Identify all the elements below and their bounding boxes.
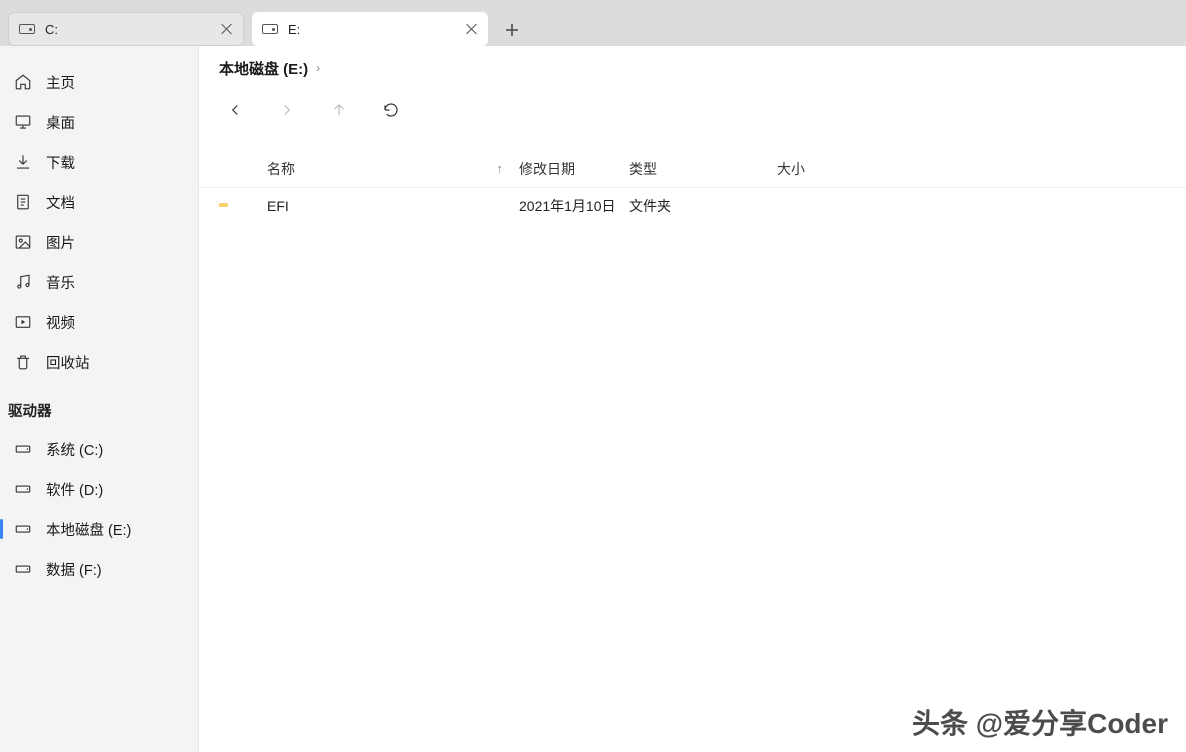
sidebar-item-label: 视频 xyxy=(46,312,75,333)
sort-asc-icon: ↑ xyxy=(497,161,504,176)
up-button[interactable] xyxy=(325,96,353,124)
file-name: EFI xyxy=(267,198,289,214)
sidebar-item-music[interactable]: 音乐 xyxy=(0,262,198,302)
sidebar-item-label: 主页 xyxy=(46,72,75,93)
sidebar-item-downloads[interactable]: 下载 xyxy=(0,142,198,182)
tab-e[interactable]: E: xyxy=(252,12,488,46)
sidebar-item-label: 桌面 xyxy=(46,112,75,133)
sidebar-heading-drives: 驱动器 xyxy=(0,382,198,429)
sidebar-item-drive-d[interactable]: 软件 (D:) xyxy=(0,469,198,509)
download-icon xyxy=(14,153,32,171)
close-icon[interactable] xyxy=(466,23,478,35)
tab-label: C: xyxy=(45,22,211,37)
trash-icon xyxy=(14,353,32,371)
column-header-name[interactable]: 名称 ↑ xyxy=(267,159,519,179)
close-icon[interactable] xyxy=(221,23,233,35)
new-tab-button[interactable] xyxy=(496,14,528,46)
file-date: 2021年1月10日 xyxy=(519,198,616,214)
sidebar-item-label: 本地磁盘 (E:) xyxy=(46,519,131,540)
drive-icon xyxy=(14,520,32,538)
sidebar: 主页 桌面 下载 文档 图片 音乐 视频 回收站 驱动器 xyxy=(0,46,199,752)
drive-icon xyxy=(262,24,278,34)
sidebar-item-label: 下载 xyxy=(46,152,75,173)
list-item[interactable]: EFI 2021年1月10日 文件夹 xyxy=(199,188,1186,224)
sidebar-item-videos[interactable]: 视频 xyxy=(0,302,198,342)
back-button[interactable] xyxy=(221,96,249,124)
plus-icon xyxy=(506,24,518,36)
sidebar-item-home[interactable]: 主页 xyxy=(0,62,198,102)
sidebar-item-documents[interactable]: 文档 xyxy=(0,182,198,222)
list-header: 名称 ↑ 修改日期 类型 大小 xyxy=(199,150,1186,188)
sidebar-item-label: 数据 (F:) xyxy=(46,559,102,580)
drive-icon xyxy=(14,480,32,498)
main-panel: 本地磁盘 (E:) › 名称 ↑ 修改日期 类型 大小 EFI 2021年1月1… xyxy=(199,46,1186,752)
refresh-button[interactable] xyxy=(377,96,405,124)
drive-icon xyxy=(14,440,32,458)
sidebar-item-desktop[interactable]: 桌面 xyxy=(0,102,198,142)
music-icon xyxy=(14,273,32,291)
sidebar-item-label: 音乐 xyxy=(46,272,75,293)
tab-label: E: xyxy=(288,22,456,37)
sidebar-item-label: 软件 (D:) xyxy=(46,479,103,500)
sidebar-item-drive-f[interactable]: 数据 (F:) xyxy=(0,549,198,589)
document-icon xyxy=(14,193,32,211)
sidebar-item-label: 图片 xyxy=(46,232,75,253)
chevron-right-icon: › xyxy=(316,61,320,75)
file-type: 文件夹 xyxy=(629,198,671,214)
home-icon xyxy=(14,73,32,91)
column-header-size[interactable]: 大小 xyxy=(777,159,877,179)
column-header-type[interactable]: 类型 xyxy=(629,159,777,179)
forward-button[interactable] xyxy=(273,96,301,124)
breadcrumb-current: 本地磁盘 (E:) xyxy=(219,58,308,79)
drive-icon xyxy=(14,560,32,578)
breadcrumb[interactable]: 本地磁盘 (E:) › xyxy=(199,46,1186,90)
video-icon xyxy=(14,313,32,331)
sidebar-item-drive-e[interactable]: 本地磁盘 (E:) xyxy=(0,509,198,549)
sidebar-item-label: 回收站 xyxy=(46,352,90,373)
tab-c[interactable]: C: xyxy=(8,12,244,46)
sidebar-item-label: 文档 xyxy=(46,192,75,213)
sidebar-item-recycle[interactable]: 回收站 xyxy=(0,342,198,382)
nav-toolbar xyxy=(199,90,1186,130)
drive-icon xyxy=(19,24,35,34)
sidebar-item-drive-c[interactable]: 系统 (C:) xyxy=(0,429,198,469)
column-header-date[interactable]: 修改日期 xyxy=(519,159,629,179)
sidebar-item-pictures[interactable]: 图片 xyxy=(0,222,198,262)
sidebar-item-label: 系统 (C:) xyxy=(46,439,103,460)
desktop-icon xyxy=(14,113,32,131)
picture-icon xyxy=(14,233,32,251)
tab-bar: C: E: xyxy=(0,0,1186,46)
